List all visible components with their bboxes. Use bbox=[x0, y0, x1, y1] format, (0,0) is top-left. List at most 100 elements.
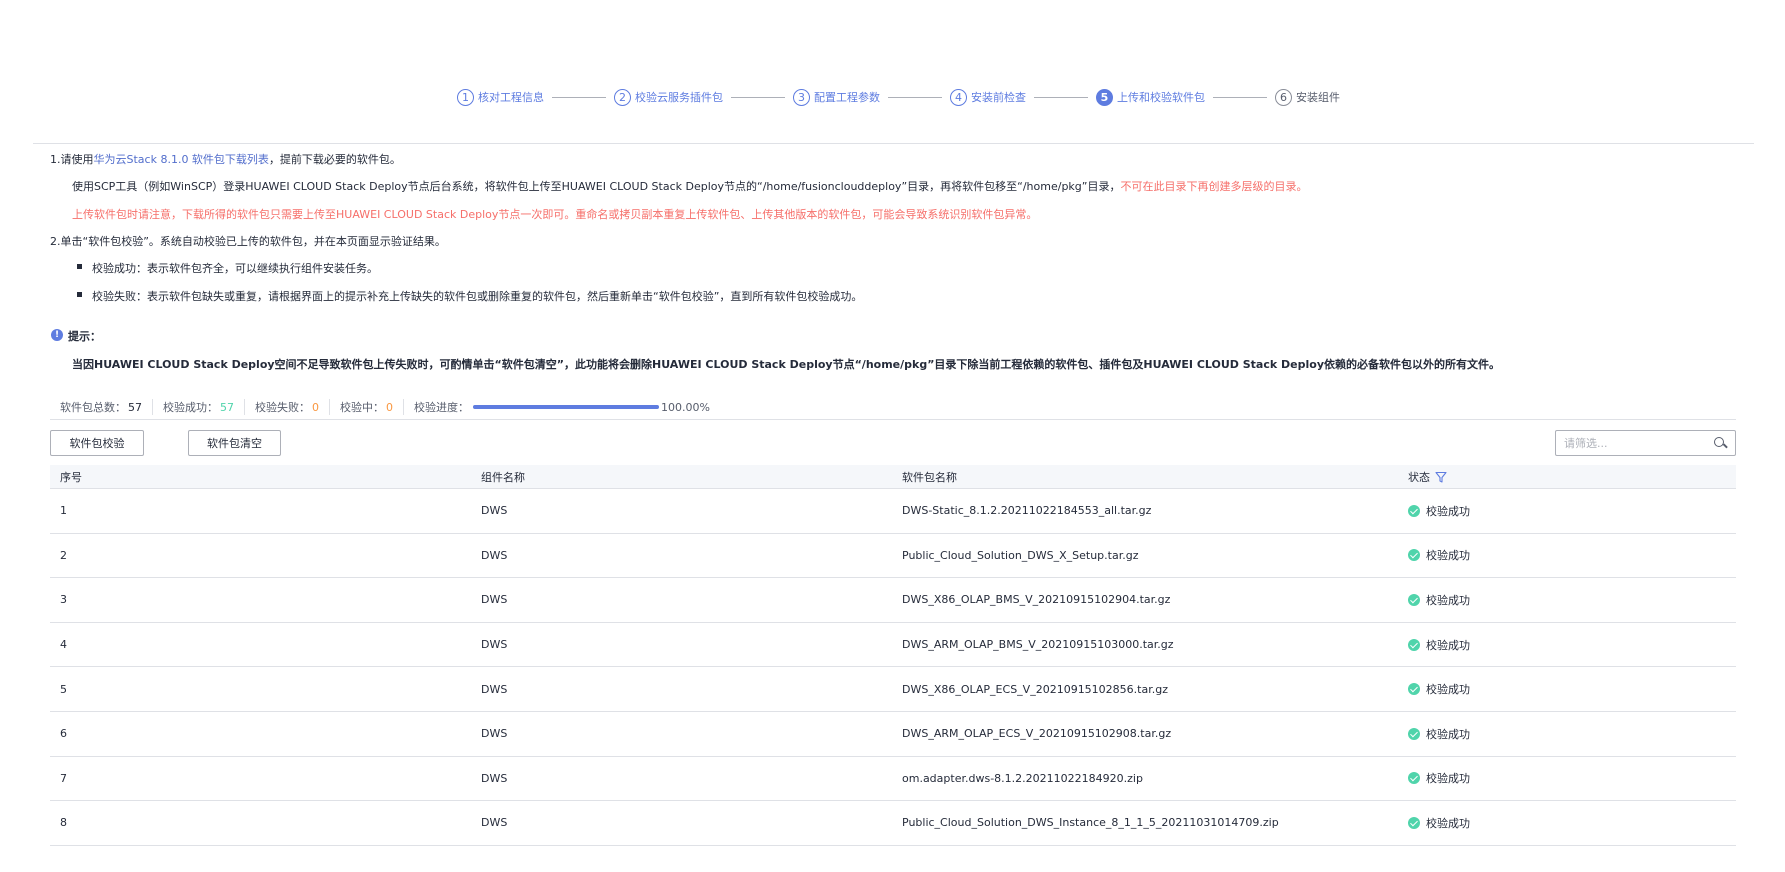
row-package: DWS_ARM_OLAP_BMS_V_20210915103000.tar.gz bbox=[902, 638, 1174, 652]
check-circle-icon bbox=[1408, 638, 1420, 651]
step-3-label: 配置工程参数 bbox=[814, 91, 880, 104]
stat-checking-value: 0 bbox=[386, 400, 393, 414]
row-index: 8 bbox=[60, 816, 67, 830]
step-connector bbox=[888, 96, 942, 98]
header-status: 状态 bbox=[1398, 469, 1736, 485]
header-status-label: 状态 bbox=[1408, 470, 1430, 484]
row-index: 7 bbox=[60, 771, 67, 785]
stat-success-value: 57 bbox=[220, 400, 234, 414]
row-status-label: 校验成功 bbox=[1426, 727, 1470, 741]
row-package: DWS-Static_8.1.2.20211022184553_all.tar.… bbox=[902, 504, 1152, 518]
stat-success: 校验成功： 57 bbox=[163, 399, 245, 415]
upload-warning: 上传软件包时请注意，下载所得的软件包只需要上传至HUAWEI CLOUD Sta… bbox=[72, 208, 1038, 221]
wizard-stepper: 1 核对工程信息 2 校验云服务插件包 3 配置工程参数 4 安装前检查 5 上… bbox=[457, 86, 1340, 108]
instruction-line-2: 使用SCP工具（例如WinSCP）登录HUAWEI CLOUD Stack De… bbox=[72, 178, 1307, 194]
step-1[interactable]: 1 核对工程信息 bbox=[457, 88, 544, 106]
stat-fail-value: 0 bbox=[312, 400, 319, 414]
row-package: Public_Cloud_Solution_DWS_Instance_8_1_1… bbox=[902, 816, 1279, 830]
step-4-number: 4 bbox=[950, 88, 967, 106]
row-status: 校验成功 bbox=[1398, 815, 1736, 831]
step-connector bbox=[1034, 96, 1088, 98]
row-status: 校验成功 bbox=[1398, 681, 1736, 697]
stats-divider bbox=[50, 419, 1736, 420]
stat-fail-label: 校验失败： bbox=[255, 401, 310, 414]
row-component: DWS bbox=[481, 816, 508, 830]
stat-total-label: 软件包总数： bbox=[60, 401, 126, 414]
row-component: DWS bbox=[481, 504, 508, 518]
info-icon: ! bbox=[51, 329, 63, 341]
step-5-number: 5 bbox=[1096, 88, 1113, 106]
bullet-success: 校验成功：表示软件包齐全，可以继续执行组件安装任务。 bbox=[92, 262, 378, 275]
check-circle-icon bbox=[1408, 816, 1420, 829]
row-status-label: 校验成功 bbox=[1426, 504, 1470, 518]
stat-success-label: 校验成功： bbox=[163, 401, 218, 414]
table-body: 1 DWS DWS-Static_8.1.2.20211022184553_all.… bbox=[50, 489, 1736, 846]
step-connector bbox=[1213, 96, 1267, 98]
stat-checking-label: 校验中： bbox=[340, 401, 384, 414]
check-circle-icon bbox=[1408, 549, 1420, 562]
table-row: 7 DWS om.adapter.dws-8.1.2.20211022184920.… bbox=[50, 757, 1736, 802]
filter-icon[interactable] bbox=[1435, 471, 1447, 483]
tip-title: 提示： bbox=[68, 330, 101, 343]
download-list-link[interactable]: 华为云Stack 8.1.0 软件包下载列表 bbox=[94, 153, 269, 166]
instruction-2-warning: 不可在此目录下再创建多层级的目录。 bbox=[1120, 180, 1308, 193]
row-index: 2 bbox=[60, 548, 67, 562]
stat-total-value: 57 bbox=[128, 400, 142, 414]
step-4-label: 安装前检查 bbox=[971, 91, 1026, 104]
step-3[interactable]: 3 配置工程参数 bbox=[793, 88, 880, 106]
header-package: 软件包名称 bbox=[902, 470, 957, 484]
row-status-label: 校验成功 bbox=[1426, 683, 1470, 697]
tip-text: 当因HUAWEI CLOUD Stack Deploy空间不足导致软件包上传失败… bbox=[72, 358, 1500, 371]
row-component: DWS bbox=[481, 682, 508, 696]
step-6-number: 6 bbox=[1275, 88, 1292, 106]
table-row: 5 DWS DWS_X86_OLAP_ECS_V_20210915102856.ta… bbox=[50, 667, 1736, 712]
instruction-2-text: 使用SCP工具（例如WinSCP）登录HUAWEI CLOUD Stack De… bbox=[72, 180, 1121, 193]
step-3-number: 3 bbox=[793, 88, 810, 106]
step-2[interactable]: 2 校验云服务插件包 bbox=[614, 88, 723, 106]
row-status: 校验成功 bbox=[1398, 770, 1736, 786]
instruction-1-suffix: ，提前下载必要的软件包。 bbox=[268, 153, 401, 166]
row-index: 5 bbox=[60, 682, 67, 696]
row-status: 校验成功 bbox=[1398, 503, 1736, 519]
row-component: DWS bbox=[481, 548, 508, 562]
step-4[interactable]: 4 安装前检查 bbox=[950, 88, 1026, 106]
row-status: 校验成功 bbox=[1398, 726, 1736, 742]
clear-packages-button[interactable]: 软件包清空 bbox=[188, 430, 281, 456]
table-header: 序号 组件名称 软件包名称 状态 bbox=[50, 465, 1736, 489]
instruction-line-3: 2.单击“软件包校验”。系统自动校验已上传的软件包，并在本页面显示验证结果。 bbox=[50, 235, 446, 248]
step-connector bbox=[731, 96, 785, 98]
verify-packages-button[interactable]: 软件包校验 bbox=[50, 430, 144, 456]
row-status: 校验成功 bbox=[1398, 547, 1736, 563]
check-circle-icon bbox=[1408, 727, 1420, 740]
progress-bar bbox=[473, 405, 659, 409]
search-icon[interactable] bbox=[1713, 436, 1727, 450]
row-package: DWS_X86_OLAP_ECS_V_20210915102856.tar.gz bbox=[902, 682, 1168, 696]
stat-fail: 校验失败： 0 bbox=[255, 399, 330, 415]
table-row: 6 DWS DWS_ARM_OLAP_ECS_V_20210915102908.ta… bbox=[50, 712, 1736, 757]
bullet-marker bbox=[77, 264, 82, 269]
row-index: 3 bbox=[60, 593, 67, 607]
row-status-label: 校验成功 bbox=[1426, 638, 1470, 652]
check-circle-icon bbox=[1408, 683, 1420, 696]
package-table: 序号 组件名称 软件包名称 状态 1 DWS DWS-Static_8.1.2.20… bbox=[50, 465, 1736, 846]
row-package: DWS_X86_OLAP_BMS_V_20210915102904.tar.gz bbox=[902, 593, 1171, 607]
row-component: DWS bbox=[481, 593, 508, 607]
check-circle-icon bbox=[1408, 772, 1420, 785]
row-component: DWS bbox=[481, 727, 508, 741]
row-status-label: 校验成功 bbox=[1426, 772, 1470, 786]
step-2-number: 2 bbox=[614, 88, 631, 106]
header-component: 组件名称 bbox=[481, 470, 525, 484]
filter-input[interactable] bbox=[1564, 436, 1713, 450]
row-package: DWS_ARM_OLAP_ECS_V_20210915102908.tar.gz bbox=[902, 727, 1172, 741]
step-5-label: 上传和校验软件包 bbox=[1117, 91, 1205, 104]
row-component: DWS bbox=[481, 771, 508, 785]
verification-stats: 软件包总数： 57 校验成功： 57 校验失败： 0 校验中： 0 校验进度： … bbox=[60, 399, 710, 415]
table-row: 2 DWS Public_Cloud_Solution_DWS_X_Setup.ta… bbox=[50, 534, 1736, 579]
row-status-label: 校验成功 bbox=[1426, 549, 1470, 563]
row-status: 校验成功 bbox=[1398, 592, 1736, 608]
progress-percent: 100.00% bbox=[661, 400, 710, 414]
filter-search-box bbox=[1555, 430, 1736, 456]
step-5[interactable]: 5 上传和校验软件包 bbox=[1096, 88, 1205, 106]
row-status-label: 校验成功 bbox=[1426, 816, 1470, 830]
row-component: DWS bbox=[481, 638, 508, 652]
